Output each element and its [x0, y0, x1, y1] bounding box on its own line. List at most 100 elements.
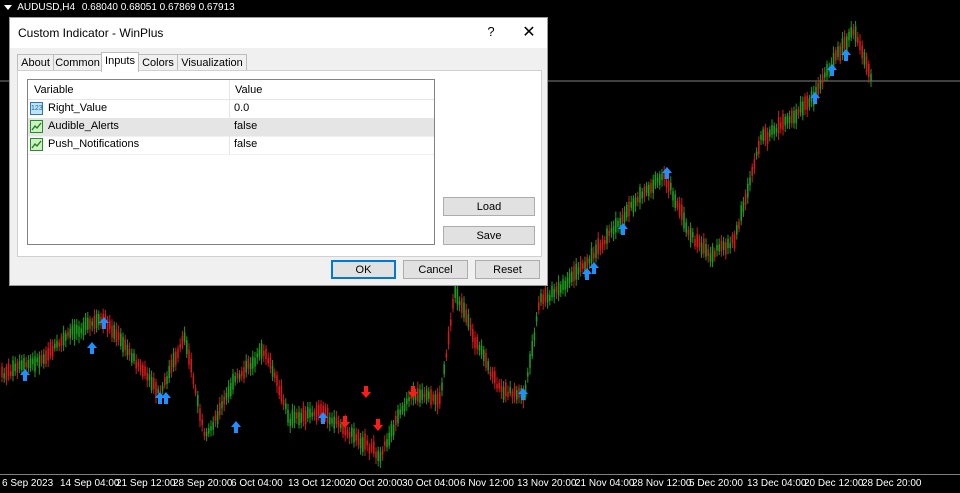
candle	[626, 204, 628, 218]
candle	[311, 412, 313, 417]
candle	[351, 427, 353, 437]
candle	[480, 345, 483, 355]
tab-common[interactable]: Common	[53, 54, 102, 71]
candle	[271, 366, 274, 377]
candle	[707, 249, 709, 257]
candle	[450, 319, 452, 326]
candle	[786, 115, 789, 124]
column-variable[interactable]: Variable	[34, 84, 74, 96]
indicator-dialog: Custom Indicator - WinPlus ? ✕ About Com…	[9, 17, 548, 286]
candle	[318, 404, 320, 417]
save-button[interactable]: Save	[443, 226, 535, 245]
candle	[753, 159, 756, 170]
candle	[577, 267, 580, 275]
candle	[131, 353, 133, 363]
candle	[392, 424, 395, 436]
candle	[225, 393, 228, 400]
close-icon[interactable]: ✕	[520, 22, 538, 42]
candle	[179, 344, 181, 349]
ok-button[interactable]: OK	[331, 260, 396, 279]
candle	[476, 337, 478, 349]
input-value[interactable]: 0.0	[234, 102, 249, 114]
candle	[764, 127, 767, 141]
candle	[12, 360, 14, 376]
candle	[137, 362, 140, 367]
table-row[interactable]: Push_Notifications false	[28, 136, 434, 155]
input-value[interactable]: false	[234, 138, 257, 150]
candle	[135, 360, 137, 369]
candle	[199, 408, 201, 421]
candle	[249, 362, 252, 370]
candle	[645, 185, 648, 193]
symbol-label: AUDUSD,H4	[17, 2, 76, 13]
reset-button[interactable]: Reset	[475, 260, 540, 279]
tab-colors[interactable]: Colors	[138, 54, 178, 71]
candle	[606, 228, 608, 244]
candle	[300, 413, 302, 424]
candle	[384, 441, 386, 446]
tab-visualization[interactable]: Visualization	[177, 54, 247, 71]
candle	[258, 349, 261, 357]
candle	[654, 174, 657, 186]
time-tick: 6 Sep 2023	[2, 478, 54, 489]
candle	[36, 357, 38, 363]
candle	[472, 328, 474, 342]
candle	[56, 340, 58, 348]
candle	[7, 363, 10, 376]
candle	[806, 95, 808, 111]
tab-about[interactable]: About	[17, 54, 54, 71]
candle	[148, 374, 151, 381]
candle	[95, 313, 98, 328]
candle	[766, 131, 769, 145]
candle	[133, 353, 135, 362]
dialog-titlebar[interactable]: Custom Indicator - WinPlus ? ✕	[10, 18, 547, 48]
candle	[667, 180, 670, 192]
candle	[854, 26, 857, 42]
candle	[58, 342, 60, 347]
candle	[309, 408, 311, 418]
candle	[82, 322, 85, 336]
table-row[interactable]: Audible_Alerts false	[28, 118, 434, 137]
column-value[interactable]: Value	[235, 84, 262, 96]
candle	[456, 288, 459, 305]
candle	[458, 301, 461, 306]
candle	[115, 329, 118, 343]
candle	[221, 401, 223, 409]
help-icon[interactable]: ?	[484, 24, 498, 39]
candle	[793, 110, 795, 124]
candle	[219, 403, 221, 416]
candle	[366, 440, 368, 446]
tab-inputs[interactable]: Inputs	[101, 52, 139, 72]
candle	[648, 184, 650, 197]
input-value[interactable]: false	[234, 120, 257, 132]
candle	[821, 74, 824, 84]
candle	[60, 336, 63, 347]
candle	[201, 419, 203, 426]
inputs-table: Variable Value 123 Right_Value 0.0 Audib…	[27, 79, 435, 245]
candle	[390, 424, 393, 437]
sell-arrow-icon	[373, 419, 383, 431]
candle	[529, 354, 531, 368]
candle	[395, 415, 397, 425]
candle	[25, 362, 27, 367]
candle	[428, 391, 430, 399]
candle	[192, 375, 195, 384]
candle	[461, 298, 463, 313]
candle	[313, 411, 316, 416]
load-button[interactable]: Load	[443, 197, 535, 216]
candle	[557, 282, 560, 296]
candle	[45, 350, 47, 364]
table-row[interactable]: 123 Right_Value 0.0	[28, 100, 434, 119]
candle	[124, 339, 126, 351]
candle	[375, 451, 377, 459]
candle	[414, 394, 417, 401]
candle	[555, 286, 558, 293]
candle	[34, 356, 36, 372]
candle	[736, 225, 738, 235]
candle	[241, 371, 243, 377]
dropdown-icon[interactable]	[4, 4, 12, 10]
candle	[296, 412, 298, 419]
candle	[773, 125, 775, 134]
candle	[716, 245, 718, 251]
cancel-button[interactable]: Cancel	[403, 260, 468, 279]
